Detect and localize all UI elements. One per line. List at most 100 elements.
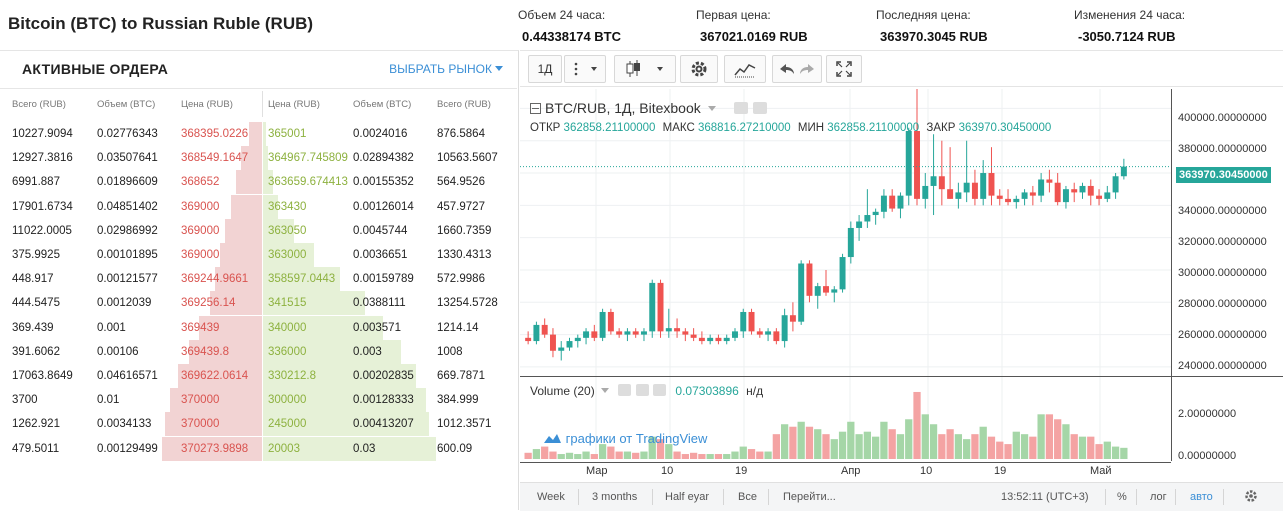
caret-down-icon[interactable] (707, 106, 716, 111)
ask-price: 363659.674413 (268, 176, 348, 189)
stat-value: 363970.3045 RUB (880, 29, 988, 44)
eye-icon[interactable] (618, 384, 632, 396)
collapse-icon[interactable] (530, 103, 541, 114)
bid-price: 369244.9661 (181, 273, 249, 286)
volume-bar (1054, 419, 1062, 459)
log-toggle[interactable]: лог (1150, 491, 1167, 503)
settings-small-icon[interactable] (753, 102, 768, 114)
cloud-icon (544, 434, 561, 443)
bid-total: 3700 (12, 394, 38, 407)
bid-volume: 0.0012039 (97, 297, 152, 310)
order-row[interactable]: 1262.921 0.0034133 370000 245000 0.00413207 1… (0, 412, 517, 437)
volume-bar (1029, 436, 1037, 459)
order-row[interactable]: 479.5011 0.00129499 370273.9898 20003 0.03 60… (0, 436, 517, 461)
volume-bar (913, 391, 921, 459)
order-row[interactable]: 369.439 0.001 369439 340000 0.003571 1214.14 (0, 315, 517, 340)
stat-value: 0.44338174 BTC (522, 29, 622, 44)
ask-total: 564.9526 (437, 176, 485, 189)
col-ask-total[interactable]: Всего (RUB) (437, 99, 491, 110)
volume-bar (971, 434, 979, 459)
candle-body (525, 337, 532, 342)
clock-readout[interactable]: 13:52:11 (UTC+3) (1001, 491, 1089, 503)
auto-scale-toggle[interactable]: авто (1190, 491, 1213, 503)
order-row[interactable]: 448.917 0.00121577 369244.9661 358597.0443 0… (0, 267, 517, 292)
tradingview-brand[interactable]: графики от TradingView (540, 431, 707, 446)
stat-label: Объем 24 часа: (518, 8, 606, 22)
candle-body (549, 334, 556, 351)
ohlc-high-value: 368816.27210000 (697, 122, 791, 134)
select-market-label: ВЫБРАТЬ РЫНОК (389, 62, 492, 76)
candle-body (1079, 185, 1086, 193)
gear-icon[interactable] (1244, 489, 1258, 506)
order-row[interactable]: 10227.9094 0.02776343 368395.0226 365001 0.0… (0, 122, 517, 146)
ohlc-open-label: ОТКР (530, 122, 561, 134)
candle-body (616, 331, 623, 335)
order-row[interactable]: 17901.6734 0.04851402 369000 363430 0.001260… (0, 194, 517, 219)
select-market-link[interactable]: ВЫБРАТЬ РЫНОК (389, 62, 503, 76)
range-3-months-button[interactable]: 3 months (592, 491, 637, 503)
volume-bar (921, 414, 929, 459)
bid-volume: 0.00129499 (97, 442, 158, 455)
ask-volume: 0.00128333 (353, 394, 414, 407)
ask-volume: 0.0045744 (353, 224, 408, 237)
range-week-button[interactable]: Week (537, 491, 565, 503)
volume-bar (574, 454, 582, 459)
volume-bar (706, 454, 714, 459)
candle-body (1071, 189, 1078, 193)
caret-down-icon[interactable] (601, 388, 610, 393)
range-all-button[interactable]: Все (738, 491, 757, 503)
ohlc-readout: ОТКР 362858.21100000 МАКС 368816.2721000… (530, 122, 1051, 134)
price-axis-label: 320000.00000000 (1178, 236, 1267, 248)
candle-body (541, 324, 548, 335)
stat-last-price: Последняя цена: 363970.3045 RUB (876, 8, 988, 44)
order-row[interactable]: 12927.3816 0.03507641 368549.1647 364967.74… (0, 146, 517, 171)
volume-bar (1004, 444, 1012, 459)
col-bid-price[interactable]: Цена (RUB) (181, 99, 233, 110)
candle-body (963, 182, 970, 193)
col-bid-volume[interactable]: Объем (BTC) (97, 99, 155, 110)
volume-bar (673, 451, 681, 459)
orders-title: АКТИВНЫЕ ОРДЕРА (22, 61, 169, 77)
ask-total: 1008 (437, 345, 463, 358)
time-axis-label: Май (1090, 465, 1112, 477)
bid-total: 479.5011 (12, 442, 60, 455)
candle-body (856, 221, 863, 228)
volume-bar (557, 454, 565, 459)
order-row[interactable]: 6991.887 0.01896609 368652 363659.674413 0.0… (0, 170, 517, 195)
settings-small-icon[interactable] (635, 384, 649, 396)
percent-toggle[interactable]: % (1117, 491, 1127, 503)
order-row[interactable]: 17063.8649 0.04616571 369622.0614 330212.8 0… (0, 364, 517, 388)
separator (723, 489, 724, 505)
separator (578, 489, 579, 505)
order-row[interactable]: 11022.0005 0.02986992 369000 363050 0.004574… (0, 218, 517, 243)
volume-bar (979, 426, 987, 459)
candle-body (765, 331, 772, 335)
close-icon[interactable] (653, 384, 667, 396)
orders-column-headers: Всего (RUB) Объем (BTC) Цена (RUB) Цена … (0, 91, 517, 117)
candle-body (781, 315, 788, 342)
candle-body (1029, 192, 1036, 196)
candle-body (1120, 166, 1127, 177)
col-ask-price[interactable]: Цена (RUB) (268, 99, 320, 110)
order-row[interactable]: 375.9925 0.00101895 369000 363000 0.0036651 1… (0, 243, 517, 267)
volume-na: н/д (746, 384, 764, 398)
goto-date-button[interactable]: Перейти... (783, 491, 836, 503)
volume-bar (772, 434, 780, 459)
order-row[interactable]: 3700 0.01 370000 300000 0.00128333 384.999 (0, 388, 517, 413)
ask-price: 336000 (268, 345, 307, 358)
volume-bar (607, 446, 615, 459)
eye-icon[interactable] (733, 102, 748, 114)
separator (652, 489, 653, 505)
order-row[interactable]: 391.6062 0.00106 369439.8 336000 0.003 1008 (0, 339, 517, 364)
range-half-year-button[interactable]: Half eyar (665, 491, 709, 503)
bid-volume: 0.00101895 (97, 249, 158, 261)
col-ask-volume[interactable]: Объем (BTC) (353, 99, 411, 110)
bid-total: 6991.887 (12, 176, 60, 189)
order-row[interactable]: 444.5475 0.0012039 369256.14 341515 0.038811… (0, 291, 517, 316)
bid-depth-bar (231, 194, 262, 219)
bid-volume: 0.00106 (97, 345, 139, 358)
ohlc-low-label: МИН (797, 122, 825, 134)
candle-body (707, 337, 714, 342)
candle-body (988, 173, 995, 196)
col-bid-total[interactable]: Всего (RUB) (12, 99, 66, 110)
